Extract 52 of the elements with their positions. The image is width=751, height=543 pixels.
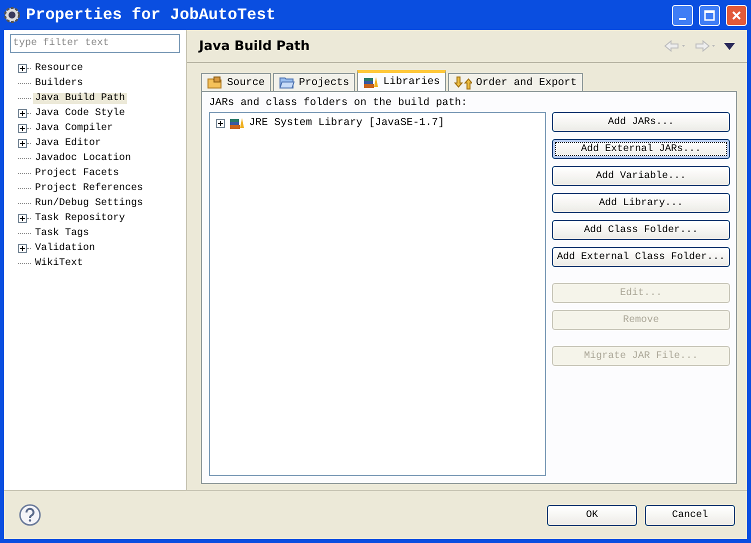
tree-item[interactable]: Task Tags	[33, 228, 92, 239]
close-icon	[731, 10, 742, 20]
tree-item[interactable]: Java Compiler	[33, 123, 116, 134]
action-button[interactable]: Add Class Folder...	[552, 220, 730, 240]
tab[interactable]: Order and Export	[448, 73, 583, 91]
tree-item[interactable]: Java Build Path	[33, 93, 128, 104]
list-label: JARs and class folders on the build path:	[209, 97, 468, 109]
library-icon	[229, 116, 245, 130]
dialog-button[interactable]: OK	[547, 504, 637, 526]
filter-field[interactable]: type filter text	[10, 34, 180, 53]
tree-item[interactable]: Javadoc Location	[33, 153, 134, 164]
expand-icon[interactable]	[18, 139, 27, 148]
tab[interactable]: Source	[201, 73, 271, 91]
help-icon[interactable]	[19, 504, 41, 526]
tree-item[interactable]: Builders	[33, 78, 86, 89]
gear-icon	[4, 7, 20, 23]
folder-icon	[278, 76, 295, 89]
action-button[interactable]: Add External Class Folder...	[552, 247, 730, 267]
action-button[interactable]: Add External JARs...	[552, 139, 730, 159]
expand-icon[interactable]	[18, 214, 27, 223]
minimize-icon	[679, 18, 686, 20]
maximize-button[interactable]	[699, 4, 720, 26]
expand-icon[interactable]	[18, 124, 27, 133]
window-title: Properties for JobAutoTest	[26, 6, 277, 24]
tree-item[interactable]: WikiText	[33, 258, 86, 269]
maximize-icon	[704, 10, 715, 20]
tab[interactable]: Projects	[272, 73, 356, 91]
expand-icon[interactable]	[216, 118, 225, 128]
action-button[interactable]: Add Library...	[552, 193, 730, 213]
tree-item[interactable]: Project References	[33, 183, 146, 194]
expand-icon[interactable]	[18, 244, 27, 253]
tree-item[interactable]: Run/Debug Settings	[33, 198, 146, 209]
tree-item[interactable]: Validation	[33, 243, 98, 254]
expand-icon[interactable]	[18, 64, 27, 73]
minimize-button[interactable]	[672, 4, 693, 26]
books-icon	[363, 76, 380, 88]
action-button[interactable]: Add JARs...	[552, 112, 730, 132]
tab[interactable]: Libraries	[357, 70, 446, 91]
tree-item[interactable]: Resource	[33, 63, 86, 74]
tree-item[interactable]: Java Editor	[33, 138, 104, 149]
dialog-button[interactable]: Cancel	[645, 504, 735, 526]
arrows-icon	[454, 76, 472, 90]
expand-icon[interactable]	[18, 109, 27, 118]
package-folder-icon	[207, 76, 223, 89]
tree-item[interactable]: Java Code Style	[33, 108, 128, 119]
menu-caret-icon[interactable]	[724, 42, 735, 50]
close-button[interactable]	[726, 4, 747, 26]
tree-item[interactable]: Project Facets	[33, 168, 122, 179]
tree-item[interactable]: Task Repository	[33, 213, 128, 224]
page-title: Java Build Path	[199, 38, 310, 54]
action-button[interactable]: Add Variable...	[552, 166, 730, 186]
library-entry[interactable]: JRE System Library [JavaSE-1.7]	[249, 117, 444, 129]
